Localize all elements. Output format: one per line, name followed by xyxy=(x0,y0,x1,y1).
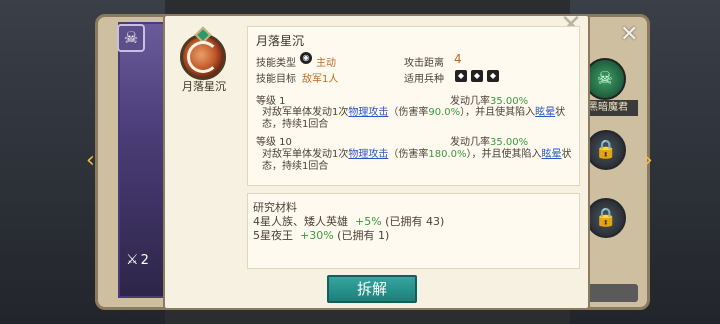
lock-slot-icon[interactable]: 🔒 xyxy=(586,130,626,170)
physical-attack-link[interactable]: 物理攻击 xyxy=(348,107,388,118)
hero-power: ⚔ 2 xyxy=(126,252,149,268)
troop-type-label: 适用兵种 xyxy=(404,74,444,85)
back-close-icon[interactable]: ✕ xyxy=(620,22,638,47)
attack-distance-value: 4 xyxy=(454,52,462,66)
research-item: 5星夜王 +30% (已拥有 1) xyxy=(253,229,390,242)
level-description: 对敌军单体发动1次物理攻击（伤害率180.0%），并且使其陷入眩晕状态，持续1回… xyxy=(262,149,572,172)
active-type-icon: ◉ xyxy=(300,52,312,64)
troop-archer-icon: ◆ xyxy=(487,70,499,82)
troop-cavalry-icon: ◆ xyxy=(471,70,483,82)
skill-type-label: 技能类型 xyxy=(256,58,296,69)
stun-link[interactable]: 眩晕 xyxy=(542,149,562,160)
skill-title: 月落星沉 xyxy=(256,34,305,48)
skill-type-value: 主动 xyxy=(316,58,336,69)
bottom-right-button[interactable] xyxy=(582,284,638,302)
level-description: 对敌军单体发动1次物理攻击（伤害率90.0%），并且使其陷入眩晕状态，持续1回合 xyxy=(262,107,566,130)
physical-attack-link[interactable]: 物理攻击 xyxy=(348,149,388,160)
skull-icon[interactable]: ☠ xyxy=(117,24,145,52)
troop-infantry-icon: ◆ xyxy=(455,70,467,82)
bottom-tabs xyxy=(310,308,550,324)
demon-badge-icon[interactable]: ☠ xyxy=(584,58,626,100)
stun-link[interactable]: 眩晕 xyxy=(535,107,555,118)
lock-slot-icon[interactable]: 🔒 xyxy=(586,198,626,238)
disassemble-button[interactable]: 拆解 xyxy=(327,275,417,303)
trigger-probability: 发动几率35.00% xyxy=(450,137,529,148)
skill-target-label: 技能目标 xyxy=(256,74,296,85)
chevron-left-icon[interactable]: ‹ xyxy=(86,148,95,173)
skill-target-value: 敌军1人 xyxy=(302,74,339,85)
level-label: 等级 1 xyxy=(256,96,286,107)
trigger-probability: 发动几率35.00% xyxy=(450,96,529,107)
chevron-right-icon[interactable]: › xyxy=(644,148,653,173)
level-label: 等级 10 xyxy=(256,137,292,148)
attack-distance-label: 攻击距离 xyxy=(404,58,444,69)
sword-icon: ⚔ xyxy=(126,252,139,268)
skill-icon-name: 月落星沉 xyxy=(182,80,226,93)
skill-icon xyxy=(180,26,226,80)
